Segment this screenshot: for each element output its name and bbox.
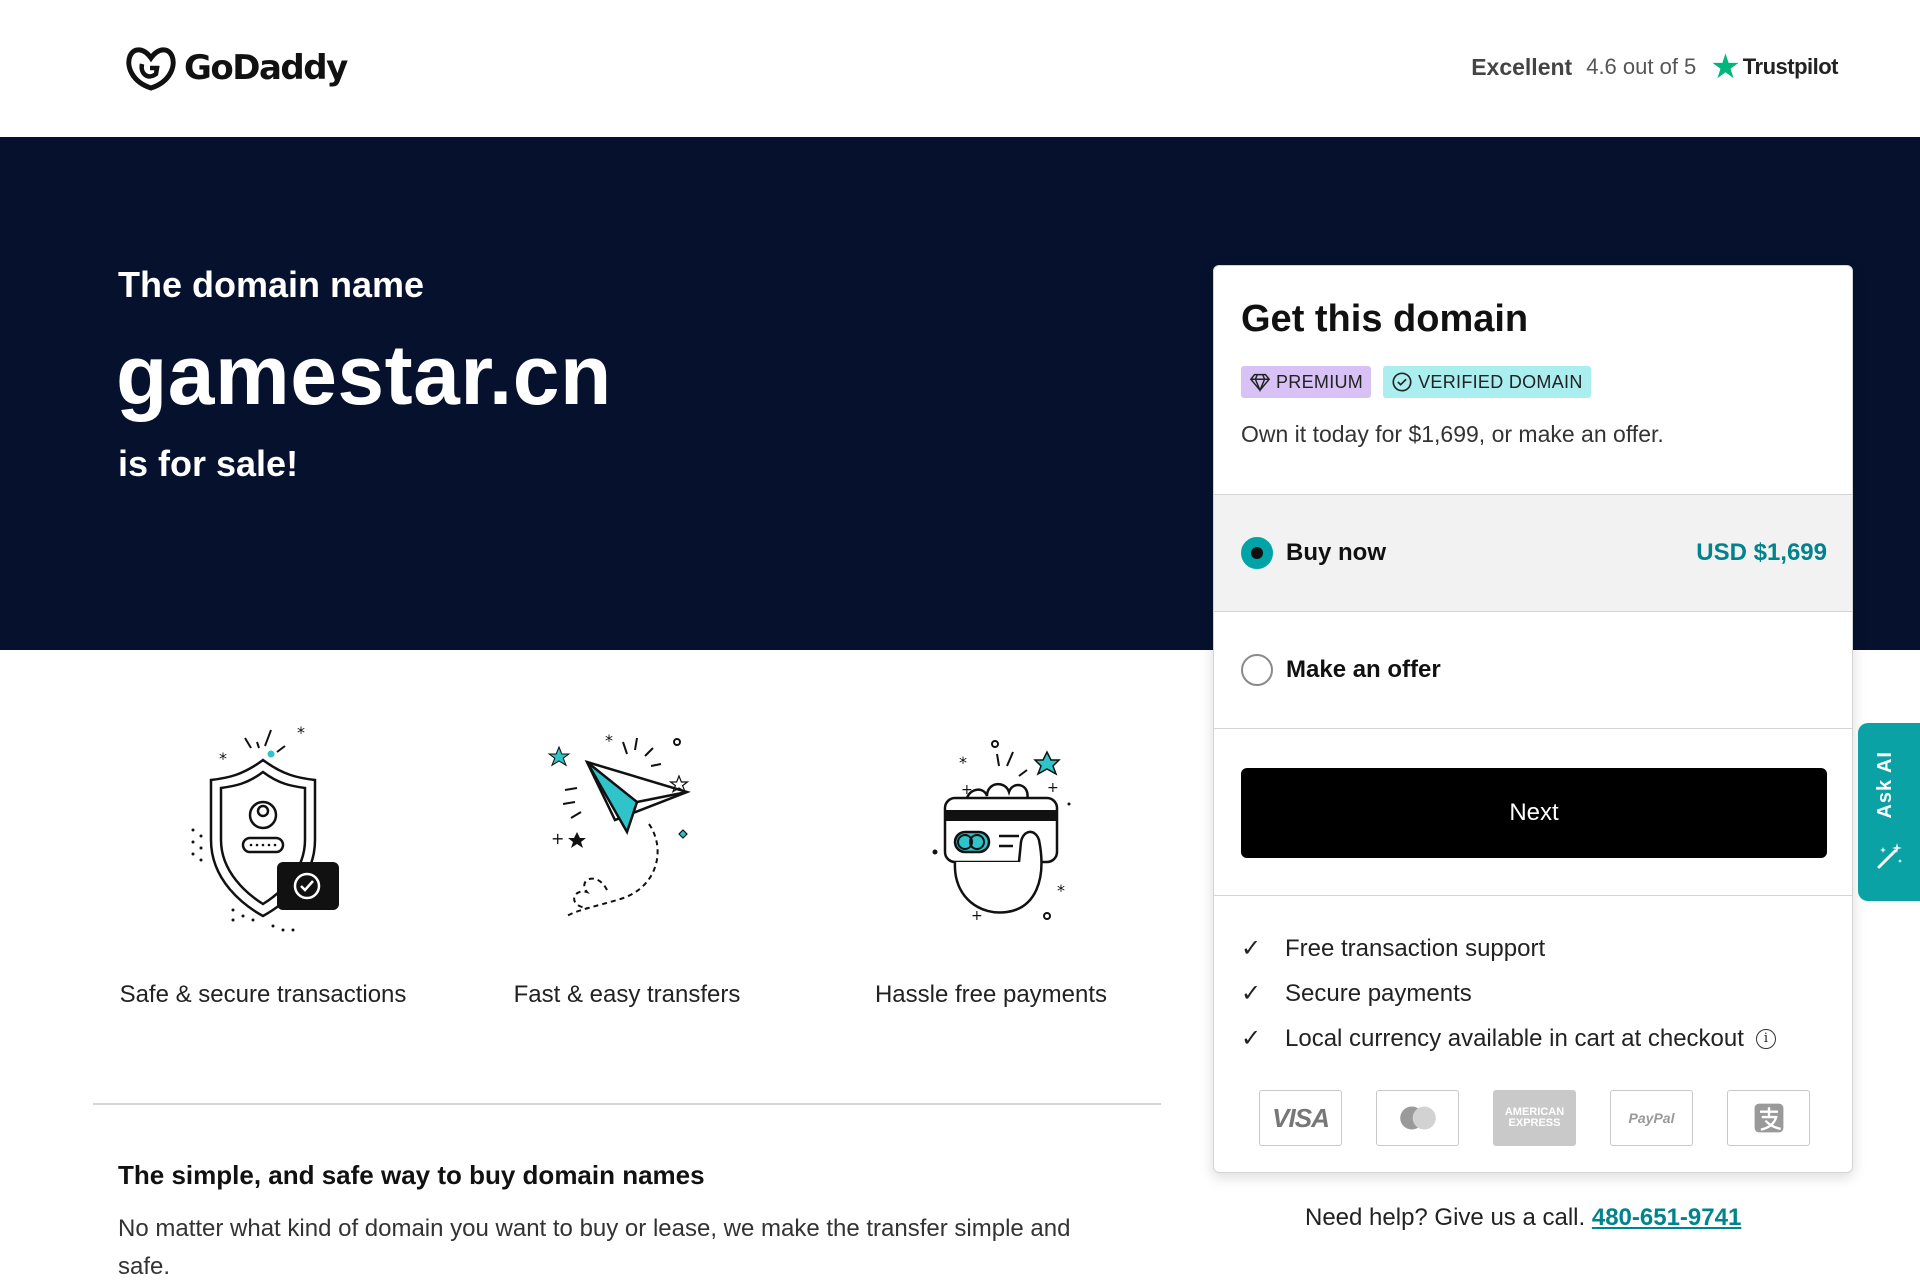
help-text: Need help? Give us a call. <box>1305 1204 1586 1231</box>
buy-now-label: Buy now <box>1286 539 1386 566</box>
check-circle-icon <box>1392 372 1412 392</box>
paper-plane-icon: * + <box>547 731 691 917</box>
perk-label: Secure payments <box>1285 979 1472 1007</box>
perk-label: Local currency available in cart at chec… <box>1285 1024 1744 1052</box>
svg-text:*: * <box>1057 881 1065 900</box>
trustpilot-rating[interactable]: Excellent 4.6 out of 5 ★ Trustpilot <box>1471 50 1838 84</box>
feature-payments-label: Hassle free payments <box>874 981 1108 1008</box>
verified-badge-label: VERIFIED DOMAIN <box>1418 371 1583 392</box>
feature-transfers: * + Fast & easy transfers <box>447 720 807 1009</box>
svg-text:+: + <box>961 782 973 798</box>
feature-transfers-label: Fast & easy transfers <box>513 981 741 1008</box>
info-title: The simple, and safe way to buy domain n… <box>118 1160 705 1190</box>
svg-text:*: * <box>297 723 305 742</box>
paypal-icon: PayPal <box>1610 1090 1693 1146</box>
perks-list: ✓ Free transaction support ✓ Secure paym… <box>1241 926 1776 1061</box>
godaddy-logo[interactable]: GoDaddy <box>124 44 348 92</box>
buy-now-price: USD $1,699 <box>1696 539 1827 566</box>
next-button[interactable]: Next <box>1241 768 1827 858</box>
purchase-card: Get this domain PREMIUM VERIFIED DOMAIN … <box>1213 265 1853 1173</box>
feature-secure: * * Safe & secure transactions <box>83 720 443 1009</box>
logo-text: GoDaddy <box>184 48 348 88</box>
secure-shield-icon: * * <box>191 723 339 932</box>
checkmark-icon: ✓ <box>1241 935 1262 962</box>
ask-ai-label: Ask AI <box>1874 751 1896 819</box>
buy-now-radio[interactable] <box>1241 537 1273 569</box>
svg-text:+: + <box>1047 780 1059 796</box>
premium-badge-label: PREMIUM <box>1276 371 1364 392</box>
option-buy-now[interactable]: Buy now USD $1,699 <box>1214 495 1852 612</box>
card-subtitle: Own it today for $1,699, or make an offe… <box>1241 421 1664 447</box>
perk-item: ✓ Free transaction support <box>1241 926 1776 971</box>
feature-payments: * * + + + Hassle free payments <box>811 720 1171 1009</box>
visa-icon: VISA <box>1259 1090 1342 1146</box>
svg-text:+: + <box>551 829 564 848</box>
make-offer-radio[interactable] <box>1241 654 1273 686</box>
hero-domain-name: gamestar.cn <box>116 328 612 422</box>
rating-label: Excellent <box>1471 53 1573 80</box>
feature-secure-label: Safe & secure transactions <box>119 981 407 1008</box>
checkmark-icon: ✓ <box>1241 980 1262 1007</box>
svg-text:*: * <box>605 731 613 750</box>
svg-text:*: * <box>219 749 227 768</box>
checkmark-icon: ✓ <box>1241 1025 1262 1052</box>
payment-card-hand-icon: * * + + + <box>932 740 1071 924</box>
section-divider <box>93 1103 1161 1105</box>
premium-badge: PREMIUM <box>1241 366 1372 398</box>
mastercard-icon <box>1376 1090 1459 1146</box>
site-header: GoDaddy Excellent 4.6 out of 5 ★ Trustpi… <box>0 0 1920 137</box>
perk-label: Free transaction support <box>1285 934 1546 962</box>
help-phone-link[interactable]: 480-651-9741 <box>1592 1204 1741 1231</box>
trustpilot-name: Trustpilot <box>1742 54 1839 79</box>
badge-row: PREMIUM VERIFIED DOMAIN <box>1241 366 1603 398</box>
alipay-icon <box>1727 1090 1810 1146</box>
svg-text:*: * <box>959 753 967 772</box>
godaddy-logo-icon <box>126 47 176 91</box>
help-line: Need help? Give us a call. 480-651-9741 <box>1305 1204 1741 1232</box>
perk-item: ✓ Local currency available in cart at ch… <box>1241 1016 1776 1061</box>
perk-item: ✓ Secure payments <box>1241 971 1776 1016</box>
trustpilot-star-icon: ★ <box>1710 48 1741 86</box>
payment-methods: VISA AMERICAN EXPRESS PayPal <box>1259 1090 1844 1146</box>
next-section: Next <box>1214 729 1852 896</box>
rating-score: 4.6 out of 5 <box>1586 54 1697 79</box>
amex-icon: AMERICAN EXPRESS <box>1493 1090 1576 1146</box>
option-make-offer[interactable]: Make an offer <box>1214 612 1852 729</box>
card-header: Get this domain PREMIUM VERIFIED DOMAIN … <box>1214 266 1852 495</box>
verified-badge: VERIFIED DOMAIN <box>1383 366 1591 398</box>
card-title: Get this domain <box>1241 298 1529 340</box>
hero-post-title: is for sale! <box>118 443 299 484</box>
ask-ai-tab[interactable]: Ask AI <box>1858 723 1920 901</box>
info-text: No matter what kind of domain you want t… <box>118 1215 1071 1280</box>
magic-wand-icon <box>1877 843 1902 869</box>
svg-text:+: + <box>971 908 983 924</box>
info-icon[interactable]: i <box>1755 1028 1776 1049</box>
diamond-icon <box>1249 373 1271 393</box>
make-offer-label: Make an offer <box>1286 656 1441 683</box>
hero-pre-title: The domain name <box>118 264 425 305</box>
